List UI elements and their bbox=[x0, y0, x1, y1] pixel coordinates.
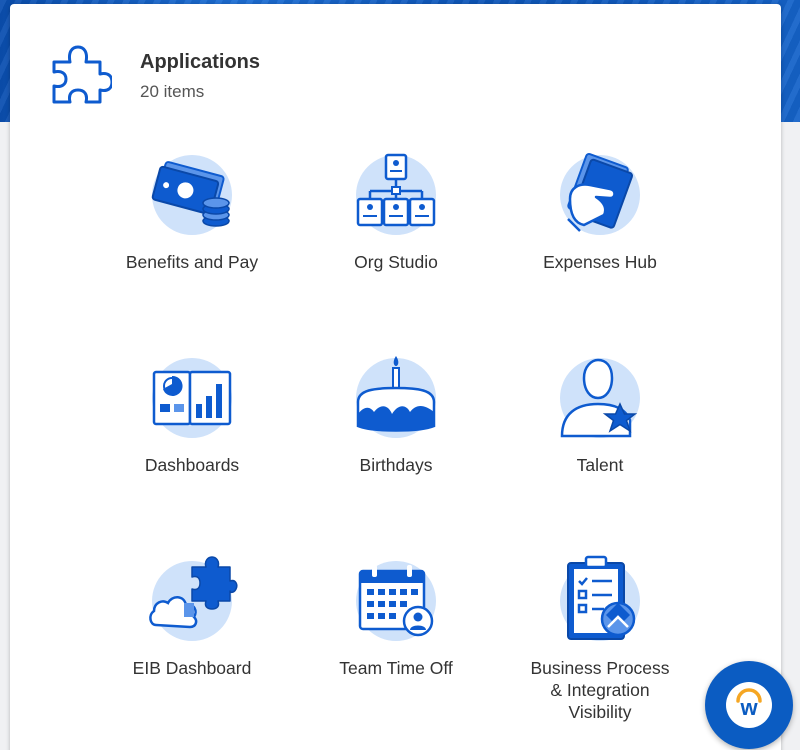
app-tile-benefits-and-pay[interactable]: Benefits and Pay bbox=[90, 149, 294, 352]
puzzle-cloud-icon bbox=[149, 556, 238, 641]
clipboard-checklist-icon bbox=[560, 555, 640, 641]
person-star-icon bbox=[560, 358, 640, 438]
app-tile-birthdays[interactable]: Birthdays bbox=[294, 352, 498, 555]
birthday-cake-icon bbox=[356, 356, 436, 438]
app-label: Business Process & Integration Visibilit… bbox=[530, 658, 670, 722]
arc-icon bbox=[736, 688, 762, 703]
money-coins-icon bbox=[151, 155, 232, 235]
app-label: Expenses Hub bbox=[543, 252, 657, 272]
app-tile-dashboards[interactable]: Dashboards bbox=[90, 352, 294, 555]
app-tile-business-process-integration-visibility[interactable]: Business Process & Integration Visibilit… bbox=[498, 555, 702, 750]
app-label: Birthdays bbox=[359, 455, 433, 475]
app-tile-expenses-hub[interactable]: Expenses Hub bbox=[498, 149, 702, 352]
app-label: Team Time Off bbox=[339, 658, 453, 678]
app-tile-eib-dashboard[interactable]: EIB Dashboard bbox=[90, 555, 294, 750]
app-label: Talent bbox=[576, 455, 624, 475]
item-count: 20 items bbox=[140, 82, 205, 101]
app-label: Benefits and Pay bbox=[125, 252, 259, 272]
app-label: Dashboards bbox=[144, 455, 240, 475]
calendar-person-icon bbox=[356, 561, 436, 641]
org-chart-icon bbox=[356, 153, 436, 235]
puzzle-icon bbox=[52, 45, 112, 104]
applications-header: Applications 20 items bbox=[50, 44, 450, 108]
assistant-button[interactable]: w bbox=[705, 661, 793, 749]
applications-card: Applications 20 items Benefits and Pay O… bbox=[10, 4, 781, 750]
page-title: Applications bbox=[140, 51, 261, 73]
app-tile-talent[interactable]: Talent bbox=[498, 352, 702, 555]
app-label: EIB Dashboard bbox=[132, 658, 252, 678]
dashboard-chart-icon bbox=[152, 358, 232, 438]
app-label: Org Studio bbox=[354, 252, 438, 272]
hand-cash-icon bbox=[560, 152, 640, 235]
app-tile-team-time-off[interactable]: Team Time Off bbox=[294, 555, 498, 750]
apps-grid: Benefits and Pay Org Studio Expenses Hub… bbox=[90, 149, 702, 750]
workday-assistant-icon: w bbox=[726, 682, 772, 728]
app-tile-org-studio[interactable]: Org Studio bbox=[294, 149, 498, 352]
